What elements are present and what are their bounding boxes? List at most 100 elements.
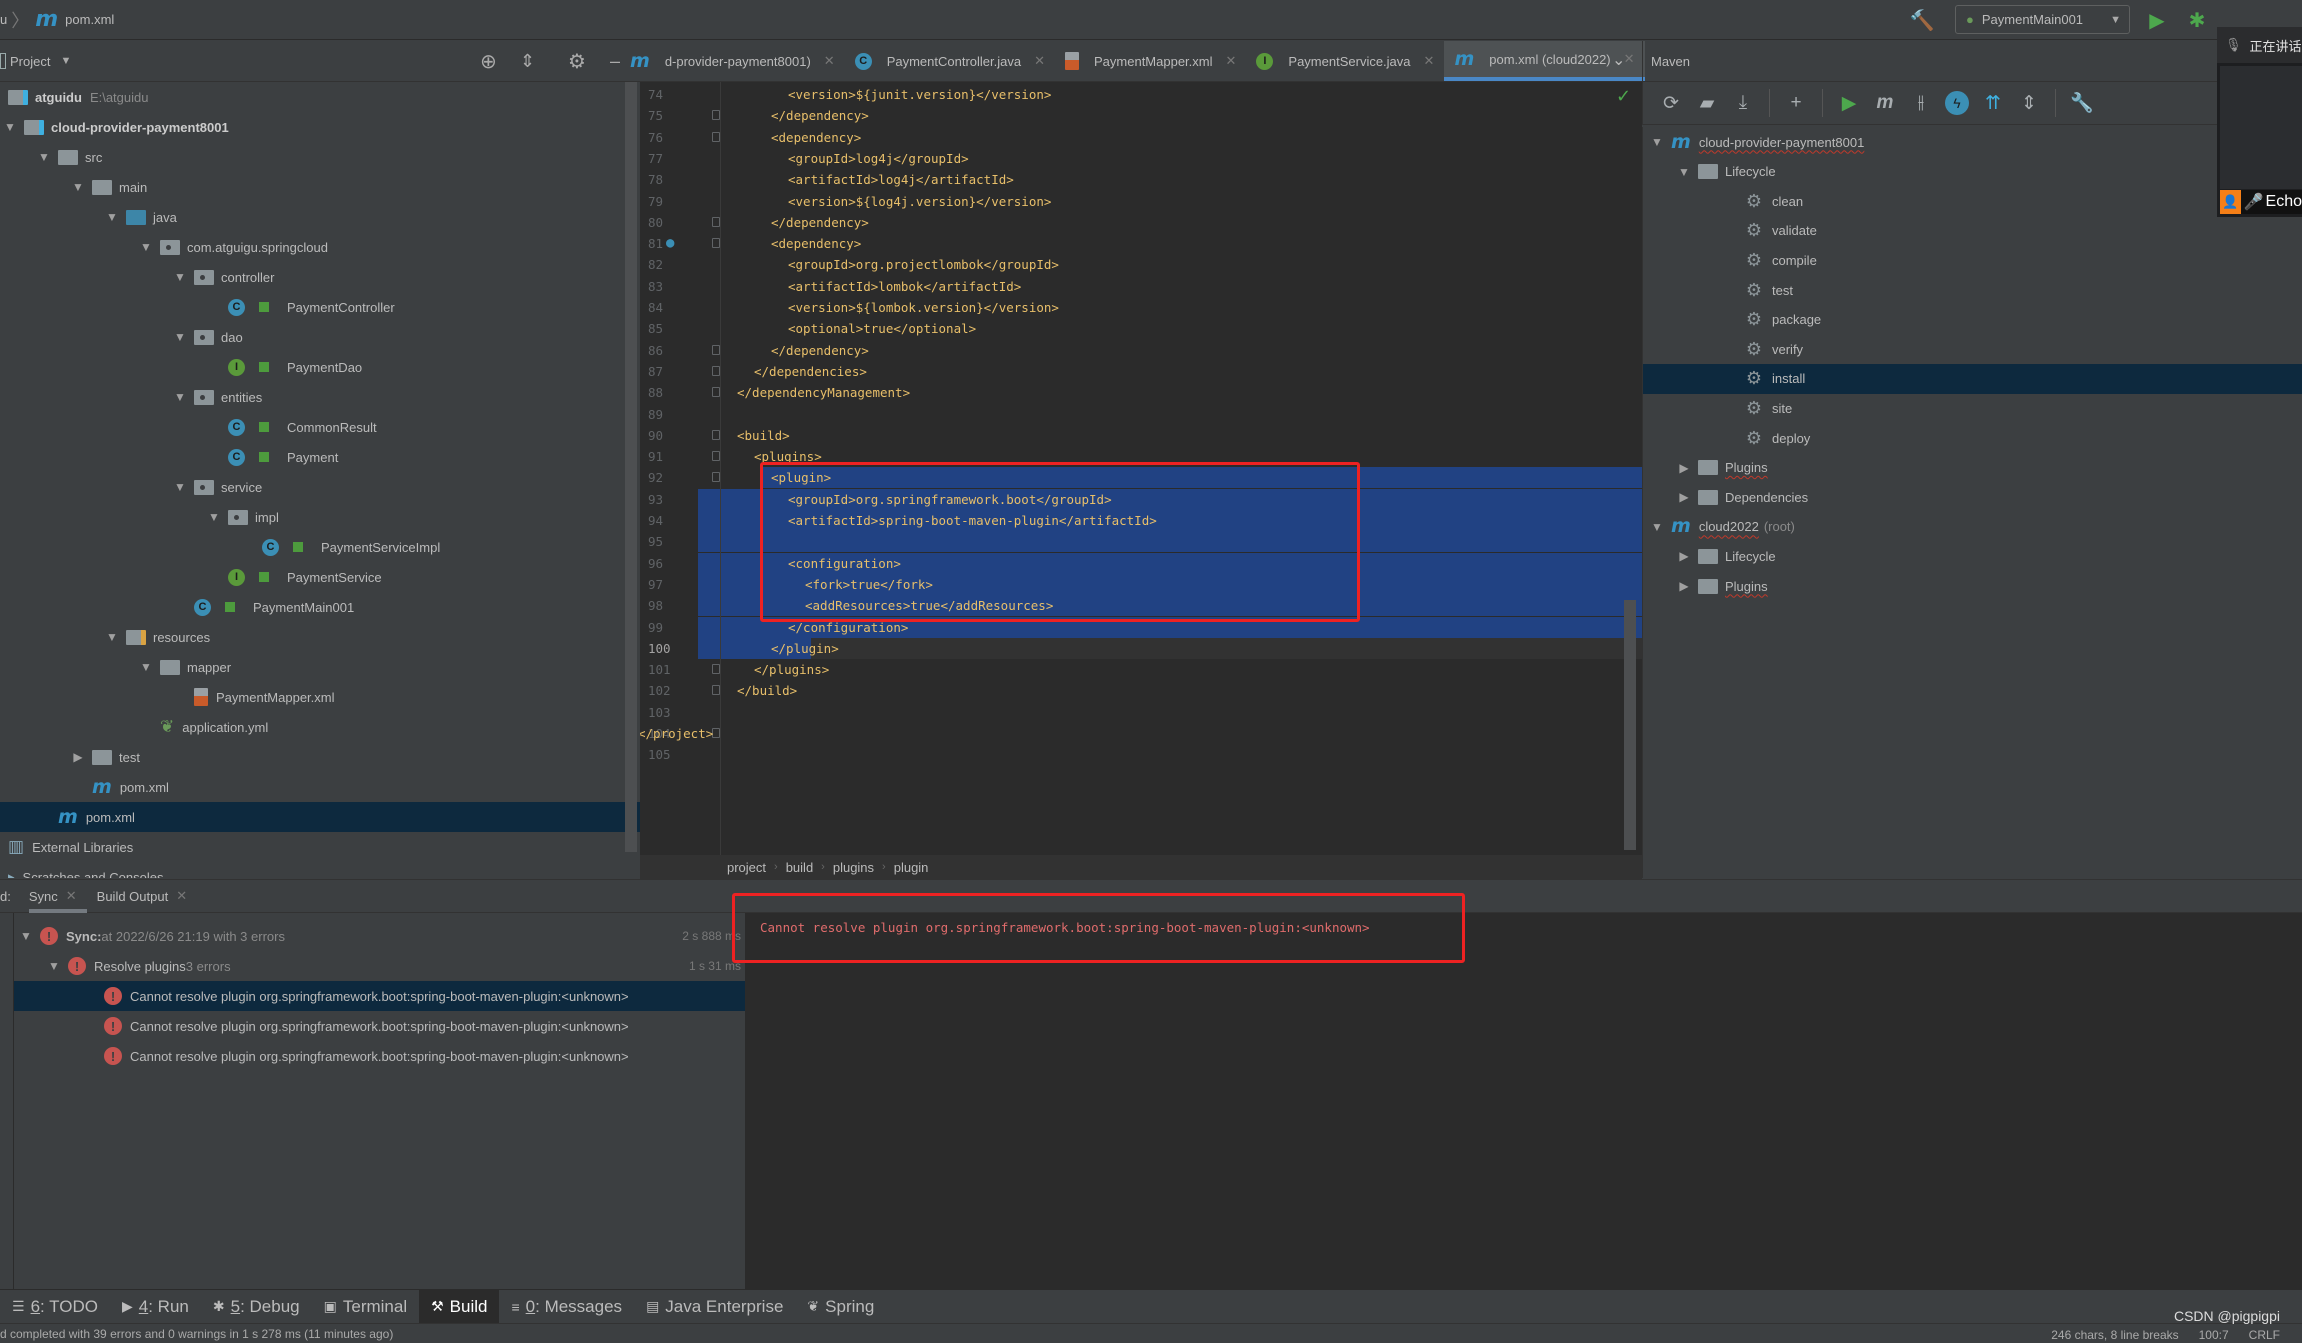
editor-tab[interactable]: C PaymentController.java ✕ <box>845 41 1055 81</box>
code-line[interactable]: 101 </plugins> <box>640 659 1642 680</box>
close-icon[interactable]: ✕ <box>824 53 835 69</box>
tree-item[interactable]: ▼ impl <box>0 502 640 532</box>
code-line[interactable]: 75 </dependency> <box>640 105 1642 126</box>
tree-item[interactable]: ▼ entities <box>0 382 640 412</box>
maven-dependency-gutter-icon[interactable]: ● <box>666 233 674 254</box>
reload-icon[interactable]: ⟳ <box>1655 88 1687 118</box>
settings-wrench-icon[interactable]: 🔧 <box>2066 88 2098 118</box>
tool-window-button[interactable]: ▤ Java Enterprise <box>634 1290 795 1324</box>
fold-marker-icon[interactable] <box>712 110 720 121</box>
expanded-arrow-icon[interactable]: ▼ <box>70 180 86 194</box>
build-tree-item[interactable]: ▼! Sync: at 2022/6/26 21:19 with 3 errors… <box>14 921 745 951</box>
inspection-ok-icon[interactable]: ✓ <box>1616 86 1631 107</box>
show-dependencies-icon[interactable]: ⇈ <box>1977 88 2009 118</box>
expanded-arrow-icon[interactable]: ▼ <box>1649 135 1665 149</box>
breadcrumb-item[interactable]: plugin <box>894 860 929 875</box>
code-line[interactable]: 80 </dependency> <box>640 212 1642 233</box>
maven-goal-icon[interactable]: m <box>1869 88 1901 118</box>
build-tree-item[interactable]: ! Cannot resolve plugin org.springframewo… <box>14 1011 745 1041</box>
tree-item[interactable]: ▼ dao <box>0 322 640 352</box>
tree-item[interactable]: C PaymentController <box>0 292 640 322</box>
editor-tab[interactable]: I PaymentService.java ✕ <box>1246 41 1444 81</box>
code-line[interactable]: 79 <version>${log4j.version}</version> <box>640 191 1642 212</box>
tree-item[interactable]: C CommonResult <box>0 412 640 442</box>
collapse-all-icon[interactable]: ⇕ <box>2013 88 2045 118</box>
expanded-arrow-icon[interactable]: ▼ <box>2 120 18 134</box>
collapsed-arrow-icon[interactable]: ▶ <box>1676 549 1692 563</box>
tree-item[interactable]: PaymentMapper.xml <box>0 682 640 712</box>
maven-tree-item[interactable]: ⚙ compile <box>1643 245 2302 275</box>
breadcrumb-item[interactable]: plugins <box>833 860 874 875</box>
fold-marker-icon[interactable] <box>712 429 720 440</box>
build-tree-item[interactable]: ▼! Resolve plugins 3 errors 1 s 31 ms <box>14 951 745 981</box>
breadcrumb-item[interactable]: project <box>727 860 766 875</box>
maven-tree-item[interactable]: ⚙ install <box>1643 363 2302 394</box>
code-line[interactable]: 86 </dependency> <box>640 340 1642 361</box>
tool-window-button[interactable]: ⚒ Build <box>419 1289 500 1324</box>
code-line[interactable]: 74 <version>${junit.version}</version> <box>640 84 1642 105</box>
expanded-arrow-icon[interactable]: ▼ <box>1649 520 1665 534</box>
close-icon[interactable]: ✕ <box>1424 53 1435 69</box>
editor-scrollbar[interactable] <box>1624 600 1636 850</box>
project-tree-scrollbar[interactable] <box>625 82 637 852</box>
maven-tree-item[interactable]: ▼ m cloud2022 (root) <box>1643 512 2302 542</box>
editor-tab[interactable]: m d-provider-payment8001) ✕ <box>620 41 845 81</box>
maven-tree-item[interactable]: ▶ Plugins <box>1643 453 2302 483</box>
collapsed-arrow-icon[interactable]: ▶ <box>70 750 86 764</box>
fold-marker-icon[interactable] <box>712 685 720 696</box>
maven-tree-item[interactable]: ⚙ validate <box>1643 216 2302 246</box>
tab-overflow-chevron-icon[interactable]: ⌄ <box>1612 50 1625 70</box>
tool-window-button[interactable]: ▣ Terminal <box>312 1290 419 1324</box>
expanded-arrow-icon[interactable]: ▼ <box>36 150 52 164</box>
tree-item[interactable]: m pom.xml <box>0 802 640 832</box>
tree-item[interactable]: ▼ resources <box>0 622 640 652</box>
tree-item[interactable]: ▼ service <box>0 472 640 502</box>
expanded-arrow-icon[interactable]: ▼ <box>18 929 34 943</box>
skip-tests-icon[interactable]: ⫲ <box>1905 88 1937 118</box>
maven-tree-item[interactable]: ⚙ deploy <box>1643 423 2302 453</box>
close-icon[interactable]: ✕ <box>1034 53 1045 69</box>
expanded-arrow-icon[interactable]: ▼ <box>138 660 154 674</box>
tree-item[interactable]: ❦ application.yml <box>0 712 640 742</box>
tree-item[interactable]: ▼ main <box>0 172 640 202</box>
collapsed-arrow-icon[interactable]: ▶ <box>1676 579 1692 593</box>
maven-tree-item[interactable]: ▶ Plugins <box>1643 571 2302 601</box>
expanded-arrow-icon[interactable]: ▼ <box>104 210 120 224</box>
close-icon[interactable]: ✕ <box>66 888 77 904</box>
breadcrumb-prefix[interactable]: u <box>0 12 7 27</box>
fold-marker-icon[interactable] <box>712 472 720 483</box>
run-icon[interactable]: ▶ <box>2143 6 2171 34</box>
tree-item[interactable]: ▶ test <box>0 742 640 772</box>
run-icon[interactable]: ▶ <box>1833 88 1865 118</box>
fold-marker-icon[interactable] <box>712 365 720 376</box>
tree-item[interactable]: C PaymentServiceImpl <box>0 532 640 562</box>
breadcrumb-file[interactable]: pom.xml <box>65 12 114 27</box>
expanded-arrow-icon[interactable]: ▼ <box>172 270 188 284</box>
expanded-arrow-icon[interactable]: ▼ <box>172 480 188 494</box>
tree-item[interactable]: ▸ Scratches and Consoles <box>0 862 640 878</box>
tool-window-button[interactable]: ☰ 6: TODO <box>0 1290 110 1324</box>
code-line[interactable]: 90 <build> <box>640 425 1642 446</box>
maven-tree-item[interactable]: ⚙ clean <box>1643 186 2302 216</box>
editor-tab[interactable]: PaymentMapper.xml ✕ <box>1055 41 1246 81</box>
collapsed-arrow-icon[interactable]: ▶ <box>1676 461 1692 475</box>
tool-window-button[interactable]: ✱ 5: Debug <box>201 1290 312 1324</box>
tool-window-button[interactable]: ≡ 0: Messages <box>499 1290 634 1324</box>
tree-item[interactable]: I PaymentService <box>0 562 640 592</box>
line-separator[interactable]: CRLF <box>2249 1328 2280 1342</box>
locate-file-icon[interactable]: ⊕ <box>480 49 497 74</box>
download-icon[interactable]: ⤓ <box>1727 88 1759 118</box>
tree-item[interactable]: m pom.xml <box>0 772 640 802</box>
code-line[interactable]: 89 <box>640 404 1642 425</box>
microphone-icon[interactable]: 🎙 <box>2225 37 2242 53</box>
debug-icon[interactable]: ✱ <box>2183 6 2211 34</box>
fold-marker-icon[interactable] <box>712 387 720 398</box>
code-line[interactable]: 88 </dependencyManagement> <box>640 382 1642 403</box>
tool-window-button[interactable]: ▶ 4: Run <box>110 1290 201 1324</box>
build-console[interactable] <box>745 913 2302 1289</box>
fold-marker-icon[interactable] <box>712 131 720 142</box>
tree-item[interactable]: ▼ src <box>0 142 640 172</box>
maven-tree-item[interactable]: ⚙ test <box>1643 275 2302 305</box>
add-icon[interactable]: + <box>1780 88 1812 118</box>
expanded-arrow-icon[interactable]: ▼ <box>138 240 154 254</box>
